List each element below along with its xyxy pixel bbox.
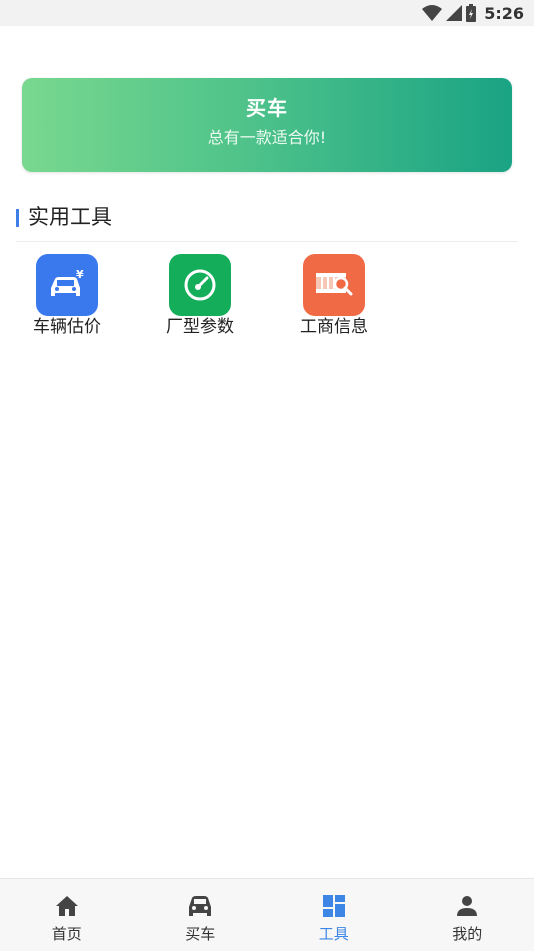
status-bar: 5:26: [0, 0, 534, 26]
section-title: 实用工具: [28, 202, 112, 232]
tab-label: 首页: [0, 923, 134, 944]
tool-label: 厂型参数: [150, 316, 250, 338]
tab-tools[interactable]: 工具: [267, 879, 401, 951]
tab-label: 工具: [267, 923, 401, 944]
business-search-icon: [303, 254, 365, 316]
tab-label: 我的: [401, 923, 534, 944]
status-time: 5:26: [484, 4, 524, 23]
tool-model-parameters[interactable]: 厂型参数: [150, 254, 250, 338]
tab-mine[interactable]: 我的: [401, 879, 534, 951]
banner-title: 买车: [22, 92, 512, 121]
tab-home[interactable]: 首页: [0, 879, 134, 951]
signal-icon: [446, 5, 462, 21]
svg-text:¥: ¥: [76, 268, 84, 281]
dashboard-icon: [267, 891, 401, 921]
tool-business-info[interactable]: 工商信息: [284, 254, 384, 338]
tool-vehicle-valuation[interactable]: ¥ 车辆估价: [17, 254, 117, 338]
gauge-icon: [169, 254, 231, 316]
wifi-icon: [422, 5, 442, 21]
tab-label: 买车: [134, 923, 268, 944]
car-price-icon: ¥: [36, 254, 98, 316]
person-icon: [401, 891, 534, 921]
tool-label: 工商信息: [284, 316, 384, 338]
banner-subtitle: 总有一款适合你!: [22, 124, 512, 148]
tool-label: 车辆估价: [17, 316, 117, 338]
bottom-tab-bar: 首页 买车 工具: [0, 878, 534, 951]
car-icon: [134, 891, 268, 921]
battery-icon: [466, 4, 476, 22]
section-accent-bar: [16, 209, 19, 227]
section-divider: [16, 241, 518, 242]
buy-car-banner[interactable]: 买车 总有一款适合你!: [22, 78, 512, 172]
status-icons: 5:26: [422, 3, 524, 23]
home-icon: [0, 891, 134, 921]
tab-buy-car[interactable]: 买车: [134, 879, 268, 951]
